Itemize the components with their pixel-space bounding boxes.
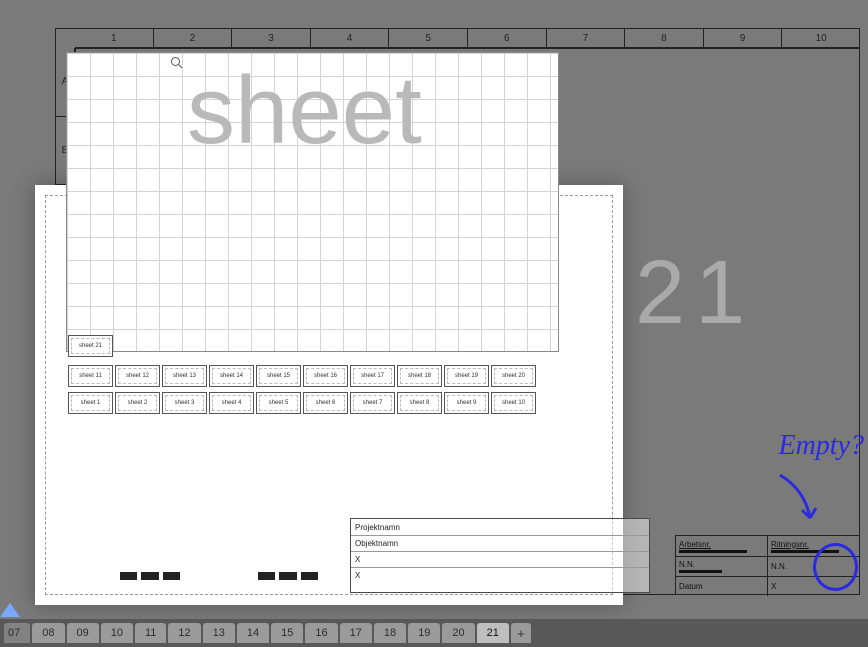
tb-x1: X [351, 551, 649, 567]
tb-projekt: Projektnamn [351, 519, 649, 535]
sheet-tab-12[interactable]: 12 [168, 623, 200, 643]
sheet-tab-14[interactable]: 14 [237, 623, 269, 643]
col-ruler-cell: 10 [781, 29, 860, 47]
mini-sheet[interactable]: sheet 20 [491, 365, 536, 387]
mini-sheet[interactable]: sheet 14 [209, 365, 254, 387]
sheet-tab-bar: 07 0809101112131415161718192021 + [0, 619, 868, 647]
mini-sheet[interactable]: sheet 18 [397, 365, 442, 387]
magnify-icon[interactable] [170, 56, 184, 73]
tb-ritningsnr: Ritningsnr. [767, 536, 859, 556]
tb-arbetsnr: Arbetsnr. [676, 536, 767, 556]
mini-sheet[interactable]: sheet 6 [303, 392, 348, 414]
tb-nn2: N.N. [767, 557, 859, 576]
tb-x: X [767, 577, 859, 596]
title-block-inner: Projektnamn Objektnamn X X [350, 518, 650, 593]
col-ruler-cell: 3 [231, 29, 310, 47]
sheet-tab-16[interactable]: 16 [305, 623, 337, 643]
col-ruler-cell: 8 [624, 29, 703, 47]
mini-sheet[interactable]: sheet 16 [303, 365, 348, 387]
mini-sheet[interactable]: sheet 2 [115, 392, 160, 414]
col-ruler-cell: 5 [388, 29, 467, 47]
sheet-tab-13[interactable]: 13 [203, 623, 235, 643]
mini-sheet[interactable]: sheet 15 [256, 365, 301, 387]
mini-sheet[interactable]: sheet 10 [491, 392, 536, 414]
sheet-tab-21[interactable]: 21 [477, 623, 509, 643]
column-ruler: 12345678910 [75, 28, 860, 48]
sheet-tab-17[interactable]: 17 [340, 623, 372, 643]
mini-sheet[interactable]: sheet 4 [209, 392, 254, 414]
col-ruler-cell: 9 [703, 29, 782, 47]
title-block-outer: Arbetsnr. Ritningsnr. N.N. N.N. Datum X [675, 535, 860, 595]
mini-sheet[interactable]: sheet 9 [444, 392, 489, 414]
sheet-tab-10[interactable]: 10 [101, 623, 133, 643]
mini-sheet[interactable]: sheet 12 [115, 365, 160, 387]
tb-objekt: Objektnamn [351, 535, 649, 551]
sheet-tab-08[interactable]: 08 [32, 623, 64, 643]
mini-sheet[interactable]: sheet 19 [444, 365, 489, 387]
mini-sheet-row-2: sheet 11sheet 12sheet 13sheet 14sheet 15… [68, 365, 536, 387]
sheet-tab-11[interactable]: 11 [135, 623, 166, 643]
mini-sheet[interactable]: sheet 3 [162, 392, 207, 414]
sheet-tab-20[interactable]: 20 [442, 623, 474, 643]
triangle-marker-icon [0, 603, 20, 617]
mini-sheet[interactable]: sheet 1 [68, 392, 113, 414]
sheet-title-text: sheet [187, 63, 422, 159]
mini-sheet-21[interactable]: sheet 21 [68, 335, 113, 357]
col-ruler-cell: 1 [75, 29, 153, 47]
col-ruler-cell: 6 [467, 29, 546, 47]
mini-sheet-row-3: sheet 1sheet 2sheet 3sheet 4sheet 5sheet… [68, 392, 536, 414]
sheet-tab-15[interactable]: 15 [271, 623, 303, 643]
sheet-number-watermark: 21 [635, 242, 755, 345]
sheet-tab-09[interactable]: 09 [67, 623, 99, 643]
sheet-tab-07[interactable]: 07 [4, 623, 30, 643]
mini-sheet[interactable]: sheet 8 [397, 392, 442, 414]
mini-sheet[interactable]: sheet 13 [162, 365, 207, 387]
tb-nn1: N.N. [676, 557, 767, 576]
mini-sheet[interactable]: sheet 5 [256, 392, 301, 414]
sheet-tab-18[interactable]: 18 [374, 623, 406, 643]
mini-sheet[interactable]: sheet 7 [350, 392, 395, 414]
footer-marks-2 [258, 572, 318, 586]
col-ruler-cell: 2 [153, 29, 232, 47]
sheet-tab-19[interactable]: 19 [408, 623, 440, 643]
add-sheet-button[interactable]: + [511, 623, 531, 643]
annotation-text: Empty? [778, 430, 864, 462]
tb-datum: Datum [676, 577, 767, 596]
tb-x2: X [351, 567, 649, 583]
mini-sheet[interactable]: sheet 11 [68, 365, 113, 387]
floorplan-grid[interactable]: sheet [66, 52, 559, 352]
footer-marks-1 [120, 572, 180, 586]
mini-sheet[interactable]: sheet 17 [350, 365, 395, 387]
col-ruler-cell: 7 [546, 29, 625, 47]
canvas-viewport[interactable]: 12345678910 ABCDEFGH 21 sheet sheet 21 s… [0, 0, 868, 647]
col-ruler-cell: 4 [310, 29, 389, 47]
